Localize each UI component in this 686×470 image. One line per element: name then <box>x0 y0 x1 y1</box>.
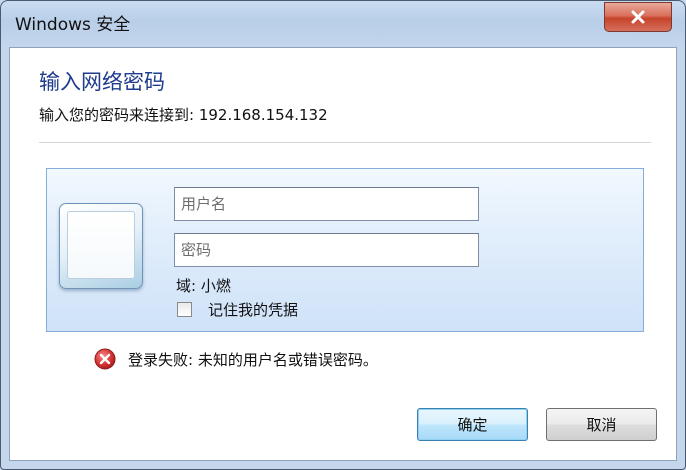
cancel-button[interactable]: 取消 <box>546 408 657 441</box>
username-input[interactable] <box>174 187 479 221</box>
domain-label: 域: 小燃 <box>176 277 231 295</box>
connection-target-text: 输入您的密码来连接到: 192.168.154.132 <box>39 106 328 124</box>
title-bar[interactable]: Windows 安全 <box>1 1 685 47</box>
dialog-heading: 输入网络密码 <box>39 70 165 94</box>
remember-checkbox[interactable] <box>177 302 192 317</box>
error-message-row: 登录失败: 未知的用户名或错误密码。 <box>94 348 378 370</box>
remember-label[interactable]: 记住我的凭据 <box>208 299 298 320</box>
window-title: Windows 安全 <box>15 15 131 35</box>
ok-button[interactable]: 确定 <box>417 408 528 441</box>
remember-credentials-row[interactable]: 记住我的凭据 <box>177 299 298 320</box>
windows-security-dialog: Windows 安全 输入网络密码 输入您的密码来连接到: 192.168.15… <box>0 0 686 470</box>
error-icon <box>94 348 116 370</box>
credential-tile: 域: 小燃 记住我的凭据 <box>46 168 644 332</box>
user-tile-inner <box>67 211 135 279</box>
user-tile-icon <box>59 203 143 289</box>
dialog-content: 输入网络密码 输入您的密码来连接到: 192.168.154.132 域: 小燃… <box>9 47 677 461</box>
close-icon <box>631 10 645 24</box>
password-input[interactable] <box>174 233 479 267</box>
divider <box>39 142 651 143</box>
close-button[interactable] <box>604 2 672 32</box>
error-message: 登录失败: 未知的用户名或错误密码。 <box>128 350 378 369</box>
